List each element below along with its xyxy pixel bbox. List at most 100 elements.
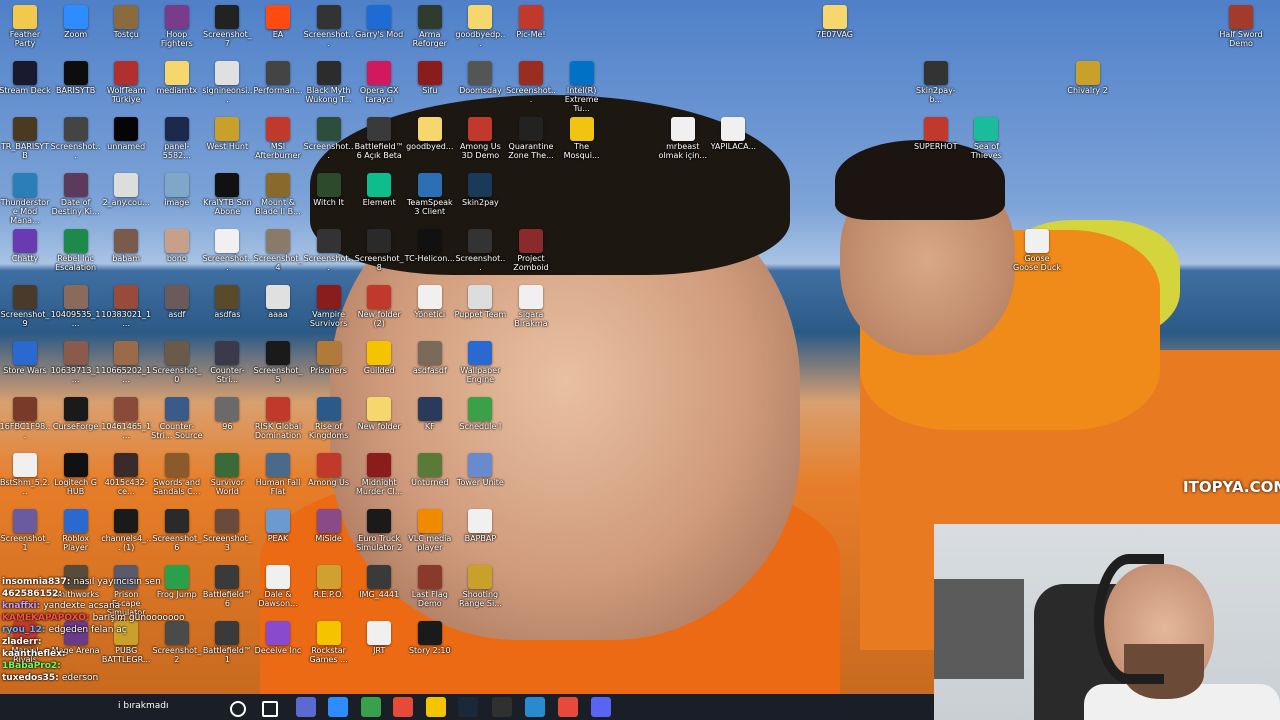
desktop-icon[interactable]: SUPERHOT — [910, 117, 962, 151]
obs-icon[interactable] — [492, 697, 512, 717]
desktop-icon[interactable]: Stream Deck — [0, 61, 51, 95]
desktop-icon[interactable]: MSI Afterburner — [252, 117, 304, 160]
desktop-icon[interactable]: 10409535_1... — [50, 285, 102, 328]
desktop-icon[interactable]: mediamtx — [151, 61, 203, 95]
app-icon-2[interactable] — [328, 697, 348, 717]
desktop-icon[interactable]: Screenshot_6 — [151, 509, 203, 552]
desktop-icon[interactable]: channels4_... (1) — [100, 509, 152, 552]
desktop-icon[interactable]: VLC media player — [404, 509, 456, 552]
desktop-icon[interactable]: Battlefield™ 6 Açık Beta — [353, 117, 405, 160]
desktop-icon[interactable]: Store Wars — [0, 341, 51, 375]
desktop-icon[interactable]: babam — [100, 229, 152, 263]
desktop-icon[interactable]: Tostçu — [100, 5, 152, 39]
desktop-icon[interactable]: 4015c432-ce... — [100, 453, 152, 496]
desktop-icon[interactable]: Zoom — [50, 5, 102, 39]
desktop-icon[interactable]: Sifu — [404, 61, 456, 95]
desktop-icon[interactable]: signineonsi... — [201, 61, 253, 104]
desktop-icon[interactable]: Screenshot... — [303, 117, 355, 160]
desktop-icon[interactable]: BARISYTB — [50, 61, 102, 95]
desktop-icon[interactable]: Unturned — [404, 453, 456, 487]
desktop-icon[interactable]: 96 — [201, 397, 253, 431]
desktop-icon[interactable]: KralYTB Son Abone — [201, 173, 253, 216]
desktop-icon[interactable]: TR_BARISYTB — [0, 117, 51, 160]
desktop-icon[interactable]: asdf — [151, 285, 203, 319]
desktop-icon[interactable]: Screenshot_7 — [201, 5, 253, 48]
desktop-icon[interactable]: bono — [151, 229, 203, 263]
desktop-icon[interactable]: Intel(R) Extreme Tu... — [556, 61, 608, 113]
desktop-icon[interactable]: Counter-Stri... — [201, 341, 253, 384]
desktop-icon[interactable]: R.E.P.O. — [303, 565, 355, 599]
desktop-icon[interactable]: Feather Party — [0, 5, 51, 48]
desktop-icon[interactable]: Yönetici — [404, 285, 456, 319]
desktop-icon[interactable]: PEAK — [252, 509, 304, 543]
desktop-icon[interactable]: Opera GX taraycı — [353, 61, 405, 104]
desktop-icon[interactable]: Human Fall Flat — [252, 453, 304, 496]
desktop-icon[interactable]: Screenshot_3 — [201, 509, 253, 552]
desktop-icon[interactable]: WolfTeam Türkiye — [100, 61, 152, 104]
desktop-icon[interactable]: Performan... — [252, 61, 304, 95]
desktop-icon[interactable]: Vampire Survivors — [303, 285, 355, 328]
desktop-icon[interactable]: Deceive Inc — [252, 621, 304, 655]
desktop-icon[interactable]: Tower Unite — [454, 453, 506, 487]
desktop-icon[interactable]: Arma Reforger — [404, 5, 456, 48]
desktop-icon[interactable]: Guilded — [353, 341, 405, 375]
desktop-icon[interactable]: Counter-Stri... Source — [151, 397, 203, 440]
desktop-icon[interactable]: EA — [252, 5, 304, 39]
desktop-icon[interactable]: asdfas — [201, 285, 253, 319]
desktop-icon[interactable]: panel-5582... — [151, 117, 203, 160]
desktop-icon[interactable]: Among Us — [303, 453, 355, 487]
desktop-icon[interactable]: Schedule I — [454, 397, 506, 431]
desktop-icon[interactable]: IMG_4441 — [353, 565, 405, 599]
desktop-icon[interactable]: BstShm_5.2... — [0, 453, 51, 496]
desktop-icon[interactable]: Puppet Team — [454, 285, 506, 319]
desktop-icon[interactable]: Pic-Me! — [505, 5, 557, 39]
desktop-icon[interactable]: TC-Helicon... — [404, 229, 456, 263]
desktop-icon[interactable]: The Mosqui... — [556, 117, 608, 160]
desktop-icon[interactable]: Screenshot_4 — [252, 229, 304, 272]
desktop-icon[interactable]: Screenshot... — [303, 5, 355, 48]
desktop-icon[interactable]: Screenshot_9 — [0, 285, 51, 328]
desktop-icon[interactable]: JRT — [353, 621, 405, 655]
desktop-icon[interactable]: New folder (2) — [353, 285, 405, 328]
desktop-icon[interactable]: Half Sword Demo — [1215, 5, 1267, 48]
desktop-icon[interactable]: Prisoners — [303, 341, 355, 375]
desktop-icon[interactable]: Screenshot... — [454, 229, 506, 272]
desktop-icon[interactable]: Quarantine Zone The... — [505, 117, 557, 160]
desktop-icon[interactable]: goodbyed... — [404, 117, 456, 151]
desktop-icon[interactable]: Skin2pay-b... — [910, 61, 962, 104]
discord-icon[interactable] — [591, 697, 611, 717]
desktop-icon[interactable]: Dale & Dawson... — [252, 565, 304, 608]
desktop-icon[interactable]: Screenshot... — [50, 117, 102, 160]
desktop-icon[interactable]: Thunderstore Mod Mana... — [0, 173, 51, 225]
desktop-icon[interactable]: Black Myth Wukong T... — [303, 61, 355, 104]
desktop-icon[interactable]: Garry's Mod — [353, 5, 405, 39]
desktop-icon[interactable]: Screenshot_1 — [0, 509, 51, 552]
steam-icon[interactable] — [458, 697, 478, 717]
desktop-icon[interactable]: Screenshot... — [303, 229, 355, 272]
desktop-icon[interactable]: Screenshot_0 — [151, 341, 203, 384]
desktop-icon[interactable]: Chatty — [0, 229, 51, 263]
desktop-icon[interactable]: Rockstar Games ... — [303, 621, 355, 664]
desktop-icon[interactable]: Sea of Thieves — [960, 117, 1012, 160]
desktop-icon[interactable]: Hoop Fighters — [151, 5, 203, 48]
desktop-icon[interactable]: CurseForge — [50, 397, 102, 431]
desktop-icon[interactable]: unnamed — [100, 117, 152, 151]
desktop-icon[interactable]: Rise of Kingdoms — [303, 397, 355, 440]
desktop-icon[interactable]: Date of Destiny Ki... — [50, 173, 102, 216]
app-icon-3[interactable] — [525, 697, 545, 717]
desktop-icon[interactable]: 2_any.cou... — [100, 173, 152, 207]
desktop-icon[interactable]: Goose Goose Duck — [1011, 229, 1063, 272]
desktop-icon[interactable]: Swords and Sandals C... — [151, 453, 203, 496]
desktop-icon[interactable]: Among Us 3D Demo — [454, 117, 506, 160]
folder-icon[interactable] — [426, 697, 446, 717]
desktop-icon[interactable]: MiSide — [303, 509, 355, 543]
desktop-icon[interactable]: Rebel Inc Escalation — [50, 229, 102, 272]
desktop-icon[interactable]: Euro Truck Simulator 2 — [353, 509, 405, 552]
desktop-icon[interactable]: Screenshot... — [505, 61, 557, 104]
desktop-icon[interactable]: KF — [404, 397, 456, 431]
desktop-icon[interactable]: Midnight Murder Cl... — [353, 453, 405, 496]
desktop-icon[interactable]: 10383021_1... — [100, 285, 152, 328]
chrome-icon[interactable] — [393, 697, 413, 717]
desktop-icon[interactable]: West Hunt — [201, 117, 253, 151]
desktop-icon[interactable]: Screenshot_8 — [353, 229, 405, 272]
